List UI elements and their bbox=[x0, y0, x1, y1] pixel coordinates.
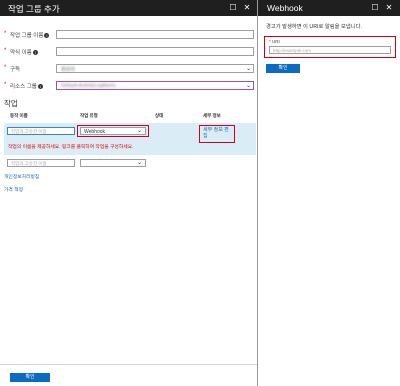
close-icon[interactable]: ✕ bbox=[242, 2, 252, 13]
webhook-header: Webhook ☐ ✕ bbox=[258, 0, 400, 16]
webhook-blade: Webhook ☐ ✕ 경고가 발생하면 이 URI로 알림을 보냅니다. * … bbox=[257, 0, 400, 386]
pricing-link[interactable]: 가격 책정 bbox=[4, 186, 23, 193]
uri-field-group: * URI http://example.com bbox=[264, 36, 396, 58]
footer-divider bbox=[0, 364, 257, 365]
chevron-down-icon: ⌄ bbox=[245, 66, 251, 72]
required-marker: * bbox=[4, 82, 7, 88]
resource-group-value: Default-ActivityLogAlerts bbox=[61, 83, 116, 89]
ok-button[interactable]: 확인 bbox=[10, 373, 50, 382]
resource-group-row: * 리소스 그룹 i Default-ActivityLogAlerts ⌄ bbox=[4, 81, 254, 91]
actions-section-title: 작업 bbox=[4, 99, 18, 108]
webhook-title: Webhook bbox=[267, 3, 303, 13]
action-row-selected: 작업의 고유한 이름 Webhook ⌄ 세부 정보 편집 작업의 이름을 제공… bbox=[4, 123, 256, 155]
webhook-ok-button[interactable]: 확인 bbox=[266, 64, 300, 73]
column-header-action-type: 작업 유형 bbox=[80, 113, 98, 118]
close-icon[interactable]: ✕ bbox=[384, 2, 394, 13]
chevron-down-icon: ⌄ bbox=[245, 83, 251, 89]
action-error-message: 작업의 이름을 제공하세요. 링크를 클릭하여 작업을 구성하세요. bbox=[8, 145, 134, 150]
required-marker: * bbox=[4, 31, 7, 37]
short-name-label: 약식 이름 i bbox=[10, 48, 38, 56]
uri-input[interactable]: http://example.com bbox=[269, 46, 391, 54]
action-type-value: Webhook bbox=[84, 129, 106, 135]
info-icon[interactable]: i bbox=[44, 33, 50, 39]
chevron-down-icon: ⌄ bbox=[136, 128, 142, 134]
required-marker: * bbox=[4, 65, 7, 71]
subscription-value: 종량제 bbox=[61, 67, 75, 73]
column-header-status: 상태 bbox=[155, 113, 164, 118]
short-name-row: * 약식 이름 i bbox=[4, 47, 254, 57]
blade-header: 작업 그룹 추가 ☐ ✕ bbox=[0, 0, 257, 16]
info-icon[interactable]: i bbox=[32, 50, 38, 56]
privacy-link[interactable]: 개인정보처리방침 bbox=[4, 173, 39, 180]
column-header-details: 세부 정보 bbox=[203, 113, 221, 118]
subscription-label: 구독 bbox=[10, 67, 21, 73]
subscription-select[interactable]: 종량제 ⌄ bbox=[56, 64, 254, 73]
edit-details-link[interactable]: 세부 정보 편집 bbox=[203, 127, 231, 139]
uri-label: * URI bbox=[269, 39, 280, 44]
action-name-input[interactable]: 작업의 고유한 이름 bbox=[7, 127, 75, 135]
webhook-description: 경고가 발생하면 이 URI로 알림을 보냅니다. bbox=[266, 24, 362, 30]
column-header-action-name: 동작 이름 bbox=[10, 113, 28, 118]
info-icon[interactable]: i bbox=[37, 84, 43, 90]
resource-group-label: 리소스 그룹 i bbox=[10, 82, 43, 90]
group-name-label: 작업 그룹 이름 i bbox=[10, 31, 50, 39]
add-action-group-blade: 작업 그룹 추가 ☐ ✕ * 작업 그룹 이름 i * 약식 이름 i * 구독 종… bbox=[0, 0, 257, 386]
resource-group-select[interactable]: Default-ActivityLogAlerts ⌄ bbox=[56, 81, 254, 90]
group-name-row: * 작업 그룹 이름 i bbox=[4, 30, 254, 40]
subscription-row: * 구독 종량제 ⌄ bbox=[4, 64, 254, 74]
maximize-icon[interactable]: ☐ bbox=[228, 2, 238, 13]
required-marker: * bbox=[4, 48, 7, 54]
short-name-input[interactable] bbox=[56, 47, 254, 56]
blade-title: 작업 그룹 추가 bbox=[8, 4, 60, 14]
maximize-icon[interactable]: ☐ bbox=[370, 2, 380, 13]
new-action-type-select[interactable]: ⌄ bbox=[80, 159, 146, 167]
group-name-input[interactable] bbox=[56, 30, 254, 39]
action-type-select[interactable]: Webhook ⌄ bbox=[80, 127, 146, 135]
new-action-name-input[interactable]: 작업의 고유한 이름 bbox=[7, 159, 75, 167]
chevron-down-icon: ⌄ bbox=[136, 160, 142, 166]
